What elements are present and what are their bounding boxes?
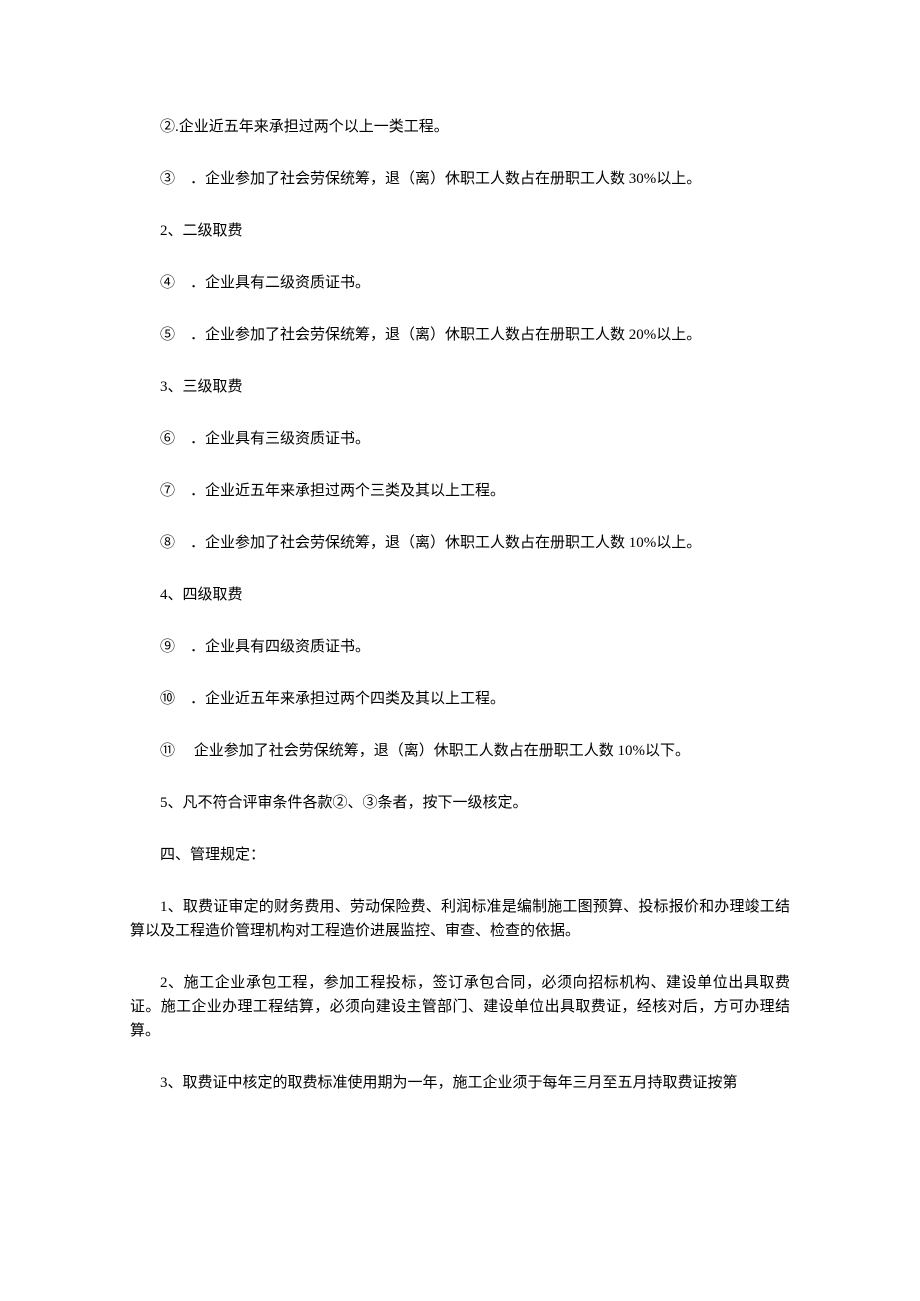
doc-line-15: 四、管理规定： (130, 843, 790, 867)
doc-line-12: ⑩ ．企业近五年来承担过两个四类及其以上工程。 (130, 687, 790, 711)
doc-line-7: ⑥ ．企业具有三级资质证书。 (130, 427, 790, 451)
doc-line-5: ⑤ ．企业参加了社会劳保统筹，退（离）休职工人数占在册职工人数 20%以上。 (130, 323, 790, 347)
doc-paragraph-1: 1、取费证审定的财务费用、劳动保险费、利润标准是编制施工图预算、投标报价和办理竣… (130, 895, 790, 943)
doc-line-4: ④ ．企业具有二级资质证书。 (130, 271, 790, 295)
doc-paragraph-2: 2、施工企业承包工程，参加工程投标，签订承包合同，必须向招标机构、建设单位出具取… (130, 971, 790, 1043)
doc-line-2: ③ ．企业参加了社会劳保统筹，退（离）休职工人数占在册职工人数 30%以上。 (130, 167, 790, 191)
doc-line-3: 2、二级取费 (130, 219, 790, 243)
doc-paragraph-3: 3、取费证中核定的取费标准使用期为一年，施工企业须于每年三月至五月持取费证按第 (130, 1071, 790, 1095)
doc-line-11: ⑨ ．企业具有四级资质证书。 (130, 635, 790, 659)
doc-line-9: ⑧ ．企业参加了社会劳保统筹，退（离）休职工人数占在册职工人数 10%以上。 (130, 531, 790, 555)
doc-line-14: 5、凡不符合评审条件各款②、③条者，按下一级核定。 (130, 791, 790, 815)
doc-line-1: ②.企业近五年来承担过两个以上一类工程。 (130, 115, 790, 139)
doc-line-8: ⑦ ．企业近五年来承担过两个三类及其以上工程。 (130, 479, 790, 503)
doc-line-13: ⑪ 企业参加了社会劳保统筹，退（离）休职工人数占在册职工人数 10%以下。 (130, 739, 790, 763)
doc-line-6: 3、三级取费 (130, 375, 790, 399)
doc-line-10: 4、四级取费 (130, 583, 790, 607)
